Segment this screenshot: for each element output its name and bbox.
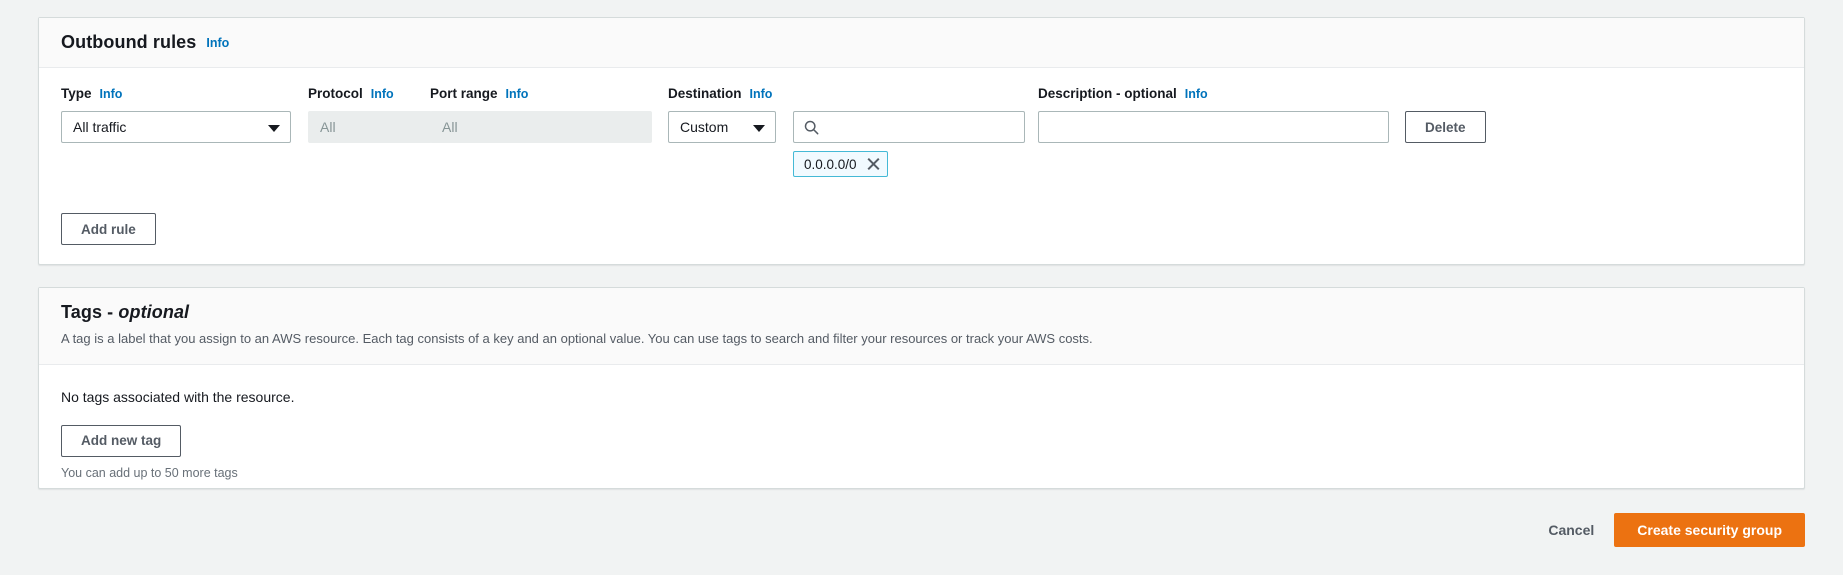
add-rule-button[interactable]: Add rule [61, 213, 156, 246]
destination-token-chip[interactable]: 0.0.0.0/0 [793, 151, 888, 178]
tags-limit-hint: You can add up to 50 more tags [61, 465, 238, 480]
destination-info-link[interactable]: Info [750, 87, 773, 101]
column-header-type: Type Info [61, 86, 308, 111]
chevron-down-icon [268, 125, 280, 133]
rule-type-cell: All traffic [61, 111, 308, 177]
close-icon[interactable] [866, 157, 880, 171]
rule-port-range-input: All [430, 111, 652, 144]
rule-description-input[interactable] [1038, 111, 1389, 144]
outbound-rules-grid: Type Info Protocol Info Port range Info Des… [61, 68, 1782, 178]
security-group-form-page: Outbound rules Info Type Info Protocol Info… [0, 0, 1843, 575]
search-icon [804, 120, 819, 135]
rule-type-select-value: All traffic [73, 119, 127, 136]
outbound-rules-body: Type Info Protocol Info Port range Info Des… [39, 68, 1804, 246]
tags-body: No tags associated with the resource. Ad… [39, 365, 1804, 480]
rule-protocol-value: All [320, 119, 336, 136]
chevron-down-icon [753, 125, 765, 133]
form-footer-actions: Cancel Create security group [1534, 513, 1805, 547]
tags-description: A tag is a label that you assign to an A… [61, 331, 1093, 346]
rule-protocol-cell: All [308, 111, 432, 177]
description-info-link[interactable]: Info [1185, 87, 1208, 101]
column-header-port-range-label: Port range [430, 86, 498, 101]
rule-protocol-input: All [308, 111, 432, 144]
column-header-destination-label: Destination [668, 86, 742, 101]
column-header-port-range: Port range Info [430, 86, 668, 111]
rule-port-range-value: All [442, 119, 458, 136]
add-rule-row: Add rule [61, 177, 1782, 246]
rule-destination-select[interactable]: Custom [668, 111, 776, 144]
column-header-description: Description - optional Info [1038, 86, 1405, 111]
add-new-tag-button[interactable]: Add new tag [61, 424, 182, 457]
port-range-info-link[interactable]: Info [506, 87, 529, 101]
type-info-link[interactable]: Info [100, 87, 123, 101]
cancel-button[interactable]: Cancel [1534, 522, 1608, 538]
delete-rule-button[interactable]: Delete [1405, 111, 1486, 144]
tags-title-optional: optional [118, 302, 190, 322]
tags-title-row: Tags - optional [61, 302, 1782, 323]
outbound-rules-header: Outbound rules Info [39, 18, 1804, 68]
column-header-protocol: Protocol Info [308, 86, 430, 111]
column-header-description-label: Description - optional [1038, 86, 1177, 101]
rule-port-range-cell: All [430, 111, 668, 177]
rule-destination-type-cell: Custom [668, 111, 793, 177]
rule-description-cell [1038, 111, 1405, 177]
protocol-info-link[interactable]: Info [371, 87, 394, 101]
column-header-type-label: Type [61, 86, 92, 101]
tags-panel: Tags - optional A tag is a label that yo… [38, 287, 1805, 489]
add-tag-row: Add new tag [61, 424, 1782, 457]
rule-actions-cell: Delete [1405, 111, 1782, 177]
outbound-rules-panel: Outbound rules Info Type Info Protocol Info… [38, 17, 1805, 265]
create-security-group-button[interactable]: Create security group [1614, 513, 1805, 547]
rule-type-select[interactable]: All traffic [61, 111, 291, 144]
column-header-actions-spacer [1405, 86, 1782, 111]
outbound-rules-info-link[interactable]: Info [206, 36, 229, 50]
tags-header: Tags - optional A tag is a label that yo… [39, 288, 1804, 365]
rule-destination-select-value: Custom [680, 119, 729, 136]
tags-title-main: Tags - [61, 302, 119, 322]
tags-empty-state-text: No tags associated with the resource. [61, 388, 295, 405]
column-header-protocol-label: Protocol [308, 86, 363, 101]
column-header-destination-search-spacer [793, 86, 1038, 111]
tags-title: Tags - optional [61, 302, 189, 323]
column-header-destination: Destination Info [668, 86, 793, 111]
destination-search-input[interactable] [793, 111, 1025, 144]
page-title: Outbound rules [61, 32, 197, 52]
destination-token-label: 0.0.0.0/0 [804, 156, 857, 172]
rule-destination-value-cell: 0.0.0.0/0 [793, 111, 1038, 178]
